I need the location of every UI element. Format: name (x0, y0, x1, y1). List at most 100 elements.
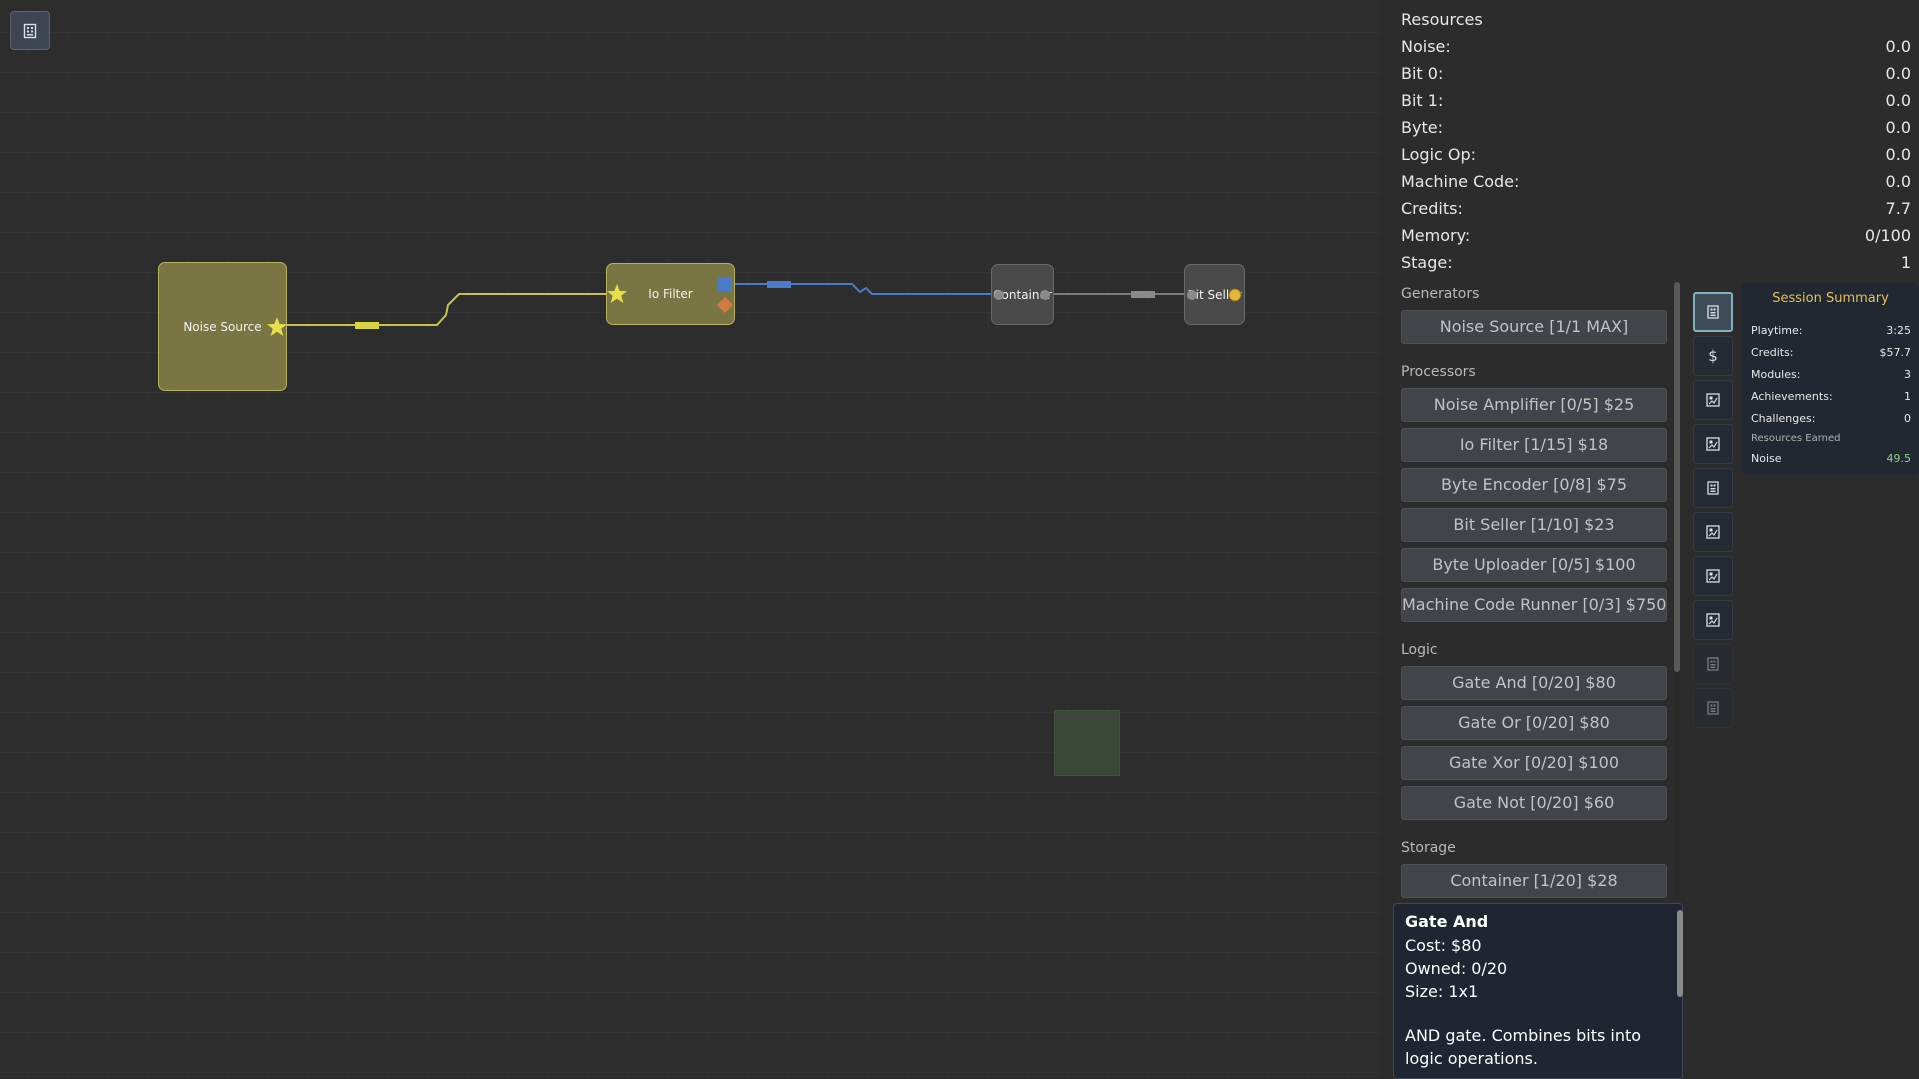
chip-icon (1707, 305, 1719, 319)
chip-icon (1707, 481, 1719, 495)
summary-value: 3 (1904, 368, 1911, 381)
tooltip-description: AND gate. Combines bits into logic opera… (1405, 1026, 1642, 1068)
wire-packet (355, 322, 379, 329)
resource-value: 0.0 (1885, 118, 1911, 137)
wire-packet (1131, 291, 1155, 298)
resource-label: Credits: (1401, 199, 1463, 218)
resource-value: 0/100 (1864, 226, 1911, 245)
tooltip-title: Gate And (1405, 912, 1489, 931)
buy-gate-xor-button[interactable]: Gate Xor [0/20] $100 (1401, 746, 1667, 780)
resource-row: Credits: 7.7 (1401, 198, 1911, 220)
buy-container-button[interactable]: Container [1/20] $28 (1401, 864, 1667, 898)
panel-tab-5[interactable] (1693, 468, 1733, 508)
resource-value: 0.0 (1885, 145, 1911, 164)
chart-icon (1706, 569, 1720, 583)
resource-row: Memory: 0/100 (1401, 225, 1911, 247)
resource-label: Bit 1: (1401, 91, 1444, 110)
panel-tab-1[interactable] (1693, 292, 1733, 332)
buy-noise-amplifier-button[interactable]: Noise Amplifier [0/5] $25 (1401, 388, 1667, 422)
resource-row: Bit 1: 0.0 (1401, 90, 1911, 112)
wire-packet (767, 281, 791, 288)
section-processors: Processors (1401, 364, 1476, 380)
summary-row: Achievements: 1 (1751, 390, 1911, 403)
panel-tab-2[interactable]: $ (1693, 336, 1733, 376)
panel-tab-10[interactable] (1693, 688, 1733, 728)
tooltip-owned: Owned: 0/20 (1405, 959, 1508, 978)
diamond-port-icon (717, 297, 733, 313)
resource-value: 0.0 (1885, 37, 1911, 56)
summary-label: Challenges: (1751, 412, 1816, 425)
chart-icon (1706, 437, 1720, 451)
resource-row: Byte: 0.0 (1401, 117, 1911, 139)
circle-port-icon (1040, 290, 1050, 300)
resource-label: Bit 0: (1401, 64, 1444, 83)
panel-tab-4[interactable] (1693, 424, 1733, 464)
resource-row: Noise: 0.0 (1401, 36, 1911, 58)
summary-row: Playtime: 3:25 (1751, 324, 1911, 337)
side-panel: Resources Noise: 0.0 Bit 0: 0.0 Bit 1: 0.0 Byt… (1380, 0, 1919, 1079)
chart-icon (1706, 525, 1720, 539)
earned-label: Noise (1751, 452, 1782, 465)
buy-gate-and-button[interactable]: Gate And [0/20] $80 (1401, 666, 1667, 700)
star-port-icon (267, 317, 287, 336)
shop-scrollbar-thumb[interactable] (1674, 282, 1680, 672)
panel-tab-8[interactable] (1693, 600, 1733, 640)
summary-value: 1 (1904, 390, 1911, 403)
buy-noise-source-button[interactable]: Noise Source [1/1 MAX] (1401, 310, 1667, 344)
earned-row: Noise 49.5 (1751, 452, 1911, 465)
panel-tab-9[interactable] (1693, 644, 1733, 684)
wire-noise-to-filter (287, 293, 606, 326)
resource-value: 0.0 (1885, 64, 1911, 83)
panel-tab-6[interactable] (1693, 512, 1733, 552)
summary-row: Challenges: 0 (1751, 412, 1911, 425)
resource-label: Noise: (1401, 37, 1451, 56)
circle-port-icon (1187, 290, 1197, 300)
module-noise-source[interactable]: Noise Source (158, 262, 287, 391)
summary-title: Session Summary (1772, 291, 1889, 306)
resource-row: Bit 0: 0.0 (1401, 63, 1911, 85)
section-logic: Logic (1401, 642, 1438, 658)
resources-title: Resources (1401, 10, 1483, 29)
coin-port-icon (1228, 288, 1242, 302)
resource-row: Stage: 1 (1401, 252, 1911, 274)
buy-gate-or-button[interactable]: Gate Or [0/20] $80 (1401, 706, 1667, 740)
shop-list[interactable]: Generators Noise Source [1/1 MAX] Proces… (1401, 282, 1667, 899)
item-tooltip: Gate And Cost: $80 Owned: 0/20 Size: 1x1… (1393, 903, 1683, 1079)
buy-machine-code-runner-button[interactable]: Machine Code Runner [0/3] $750 (1401, 588, 1667, 622)
resources-earned-title: Resources Earned (1751, 433, 1841, 444)
summary-label: Modules: (1751, 368, 1801, 381)
buy-byte-uploader-button[interactable]: Byte Uploader [0/5] $100 (1401, 548, 1667, 582)
summary-label: Credits: (1751, 346, 1794, 359)
game-board[interactable]: Noise Source Io Filter Container Bit Sel… (0, 0, 1380, 1079)
summary-label: Achievements: (1751, 390, 1833, 403)
resource-row: Logic Op: 0.0 (1401, 144, 1911, 166)
resource-value: 0.0 (1885, 91, 1911, 110)
resource-value: 7.7 (1885, 199, 1911, 218)
summary-value: 0 (1904, 412, 1911, 425)
tooltip-scrollbar[interactable] (1677, 910, 1683, 997)
module-container[interactable]: Container (991, 264, 1054, 325)
buy-bit-seller-button[interactable]: Bit Seller [1/10] $23 (1401, 508, 1667, 542)
buy-gate-not-button[interactable]: Gate Not [0/20] $60 (1401, 786, 1667, 820)
panel-tab-7[interactable] (1693, 556, 1733, 596)
section-storage: Storage (1401, 840, 1456, 856)
chip-icon (1707, 657, 1719, 671)
circle-port-icon (994, 290, 1004, 300)
earned-value: 49.5 (1886, 452, 1912, 465)
module-io-filter[interactable]: Io Filter (606, 263, 735, 325)
module-bit-seller[interactable]: Bit Seller (1184, 264, 1245, 325)
buy-byte-encoder-button[interactable]: Byte Encoder [0/8] $75 (1401, 468, 1667, 502)
summary-row: Modules: 3 (1751, 368, 1911, 381)
wires-layer (287, 281, 1194, 329)
summary-row: Credits: $57.7 (1751, 346, 1911, 359)
summary-value: 3:25 (1886, 324, 1911, 337)
resource-value: 1 (1900, 253, 1911, 272)
placement-ghost (1054, 710, 1120, 776)
session-summary: Session Summary Playtime: 3:25 Credits: $57… (1742, 283, 1919, 475)
resource-label: Stage: (1401, 253, 1453, 272)
chip-icon (1707, 701, 1719, 715)
buy-io-filter-button[interactable]: Io Filter [1/15] $18 (1401, 428, 1667, 462)
chart-icon (1706, 393, 1720, 407)
panel-tab-3[interactable] (1693, 380, 1733, 420)
tooltip-cost: Cost: $80 (1405, 936, 1482, 955)
